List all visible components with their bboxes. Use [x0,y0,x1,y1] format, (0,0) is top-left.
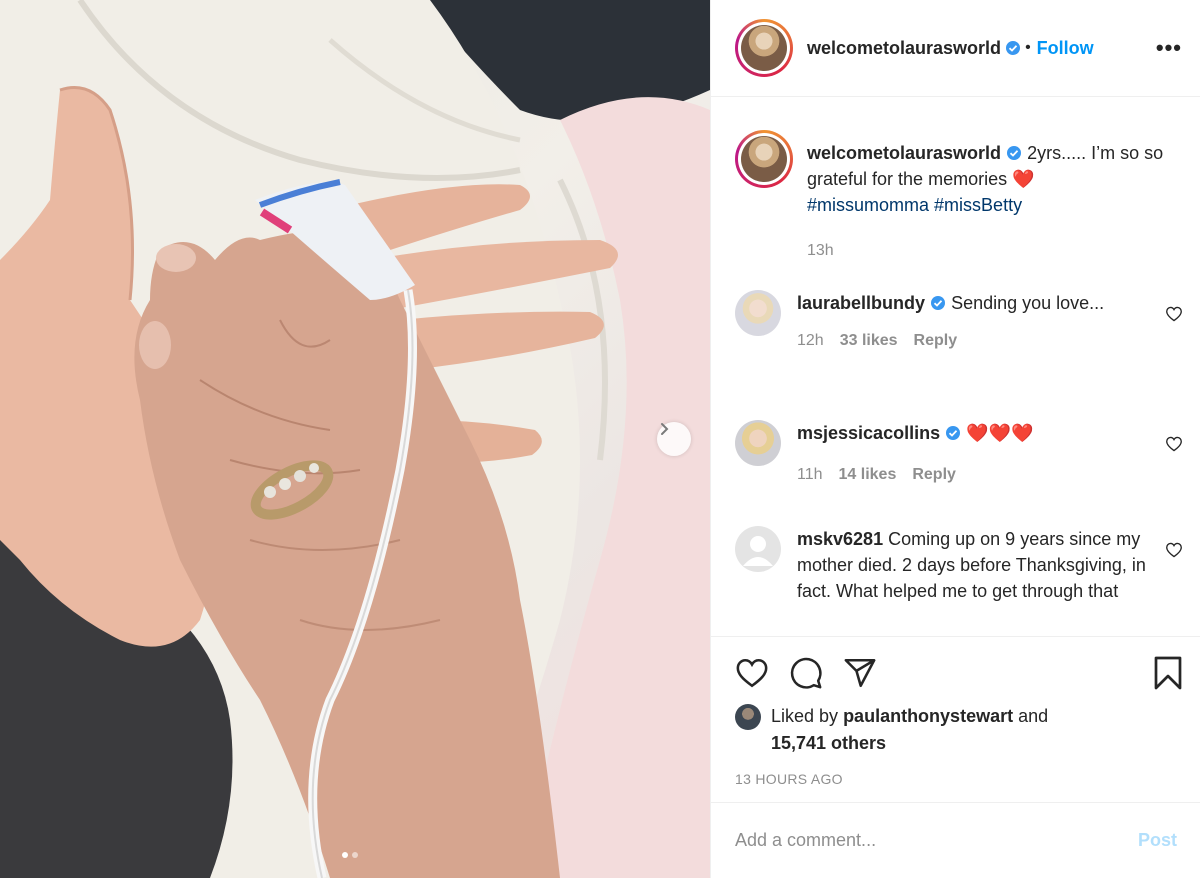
caption: welcometolaurasworld 2yrs..... I’m so so… [735,130,1183,264]
author-avatar[interactable] [735,19,793,77]
likes-count[interactable]: 15,741 others [771,733,886,753]
comment-username[interactable]: mskv6281 [797,529,883,549]
commenter-avatar[interactable] [735,420,781,466]
carousel-indicator [342,852,358,858]
chevron-right-icon [661,423,669,435]
like-comment-heart-icon[interactable] [1165,542,1183,558]
post-comment-button[interactable]: Post [1138,830,1177,851]
follow-button[interactable]: Follow [1037,38,1094,59]
liker-username[interactable]: paulanthonystewart [843,706,1013,726]
reply-button[interactable]: Reply [914,328,958,354]
header-separator: • [1025,39,1031,56]
post-actions: Liked by paulanthonystewart and 15,741 o… [711,636,1200,787]
carousel-dot [352,852,358,858]
post-header: welcometolaurasworld • Follow ••• [711,0,1200,97]
like-comment-heart-icon[interactable] [1165,436,1183,452]
liked-by-label: Liked by [771,706,839,726]
caption-username[interactable]: welcometolaurasworld [807,143,1001,163]
comment-time: 11h [797,466,823,483]
reply-button[interactable]: Reply [912,462,956,488]
comment-bubble-icon[interactable] [789,656,823,690]
caption-avatar[interactable] [735,130,793,188]
share-paper-plane-icon[interactable] [843,657,877,689]
hashtag-missbetty[interactable]: #missBetty [934,195,1022,215]
comment-likes[interactable]: 33 likes [840,328,898,354]
verified-badge-icon [946,426,961,440]
liker-avatar[interactable] [735,704,761,730]
comment-time: 12h [797,332,824,349]
post-timestamp[interactable]: 13 HOURS AGO [735,771,1183,787]
commenter-avatar[interactable] [735,526,781,572]
likes-summary: Liked by paulanthonystewart and 15,741 o… [735,703,1183,757]
default-avatar-icon [743,536,773,566]
more-options-button[interactable]: ••• [1156,35,1182,61]
verified-badge-icon [1007,146,1022,160]
save-bookmark-icon[interactable] [1153,655,1183,691]
carousel-dot-active [342,852,348,858]
like-comment-heart-icon[interactable] [1165,306,1183,322]
comment-item: msjessicacollins ❤️❤️❤️ 11h 14 likes Rep… [735,420,1183,488]
comments-list[interactable]: welcometolaurasworld 2yrs..... I’m so so… [711,98,1200,635]
next-slide-button[interactable] [657,422,691,456]
post-photo[interactable] [0,0,710,878]
add-comment-bar: Post [711,802,1200,878]
comment-input[interactable] [735,830,1138,851]
commenter-avatar[interactable] [735,290,781,336]
comment-username[interactable]: msjessicacollins [797,423,940,443]
comment-username[interactable]: laurabellbundy [797,293,925,313]
verified-badge-icon [931,296,946,310]
caption-time: 13h [807,242,834,259]
comment-item: mskv6281 Coming up on 9 years since my m… [735,526,1183,604]
author-username[interactable]: welcometolaurasworld [807,38,1001,59]
comment-item: laurabellbundy Sending you love... 12h 3… [735,290,1183,354]
hands-image [0,0,710,878]
verified-badge-icon [1006,41,1021,55]
hashtag-missumomma[interactable]: #missumomma [807,195,929,215]
comment-text: ❤️❤️❤️ [966,423,1034,443]
likes-joiner: and [1018,706,1049,726]
like-heart-icon[interactable] [735,657,769,689]
comment-likes[interactable]: 14 likes [839,462,897,488]
comment-text: Sending you love... [951,293,1105,313]
post-details-pane: welcometolaurasworld • Follow ••• welcom… [710,0,1200,878]
